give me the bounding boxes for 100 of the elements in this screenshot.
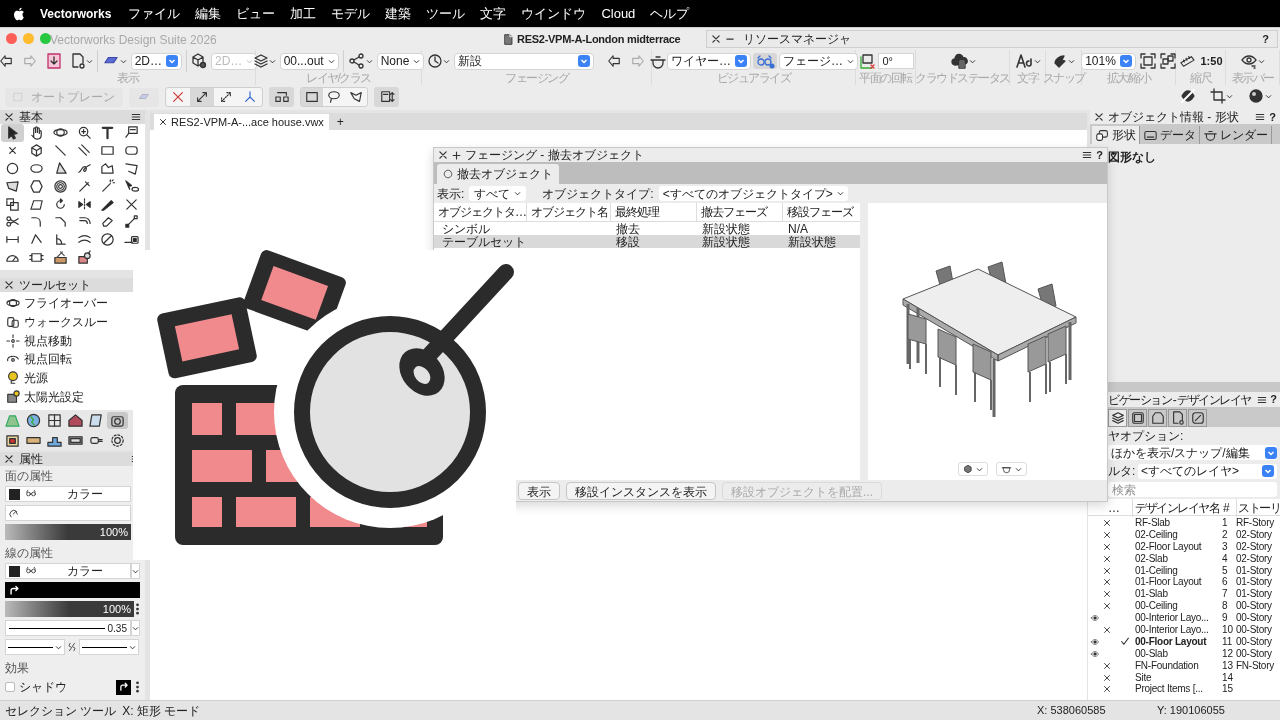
line-thickness-field[interactable]: 0.35: [5, 620, 131, 636]
new-tab-button[interactable]: +: [336, 114, 344, 130]
toolset-item[interactable]: 視点移動: [0, 331, 130, 351]
layer-row[interactable]: 01-Floor Layout 6 01-Story: [1088, 576, 1280, 589]
layer-story: 02-Story: [1236, 529, 1272, 540]
column-header[interactable]: 最終処理: [610, 203, 696, 221]
color-field[interactable]: カラー: [5, 486, 131, 502]
field-label: ヤオプション:: [1108, 429, 1185, 443]
layer-story: 01-Story: [1236, 565, 1272, 576]
table-cell-text: 撤去: [615, 222, 641, 235]
dialog-title: フェージング - 撤去オブジェクト: [465, 147, 644, 164]
layer-name: 00-Interior Layo...: [1134, 624, 1210, 635]
column-header[interactable]: オブジェクト名: [526, 203, 610, 221]
layer-row[interactable]: Project Items [... 15: [1088, 683, 1280, 696]
layer-row[interactable]: 00-Interior Layo... 9 00-Story: [1088, 612, 1280, 624]
section-label: 線の属性: [4, 546, 54, 560]
menu-item[interactable]: ビュー: [236, 3, 276, 24]
layer-row[interactable]: 01-Ceiling 5 01-Story: [1088, 564, 1280, 577]
layer-story: RF-Story: [1236, 517, 1274, 528]
menu-item[interactable]: 編集: [195, 3, 222, 24]
layer-story: FN-Story: [1236, 660, 1274, 671]
inspector-tab[interactable]: レンダー: [1200, 126, 1272, 144]
scale-value[interactable]: 1:50: [1200, 52, 1223, 70]
opacity-slider[interactable]: 100%: [5, 601, 134, 617]
layer-options-dropdown[interactable]: ほかを表示/スナップ/編集: [1108, 445, 1277, 460]
inspector-tab[interactable]: データ: [1140, 126, 1200, 144]
layer-name: 01-Slab: [1134, 589, 1169, 600]
opacity-reading: 100%: [99, 525, 128, 539]
color-field[interactable]: カラー: [5, 563, 131, 579]
layer-name: 00-Floor Layout: [1134, 636, 1208, 647]
layer-story: 00-Story: [1236, 613, 1272, 624]
column-header[interactable]: デザインレイヤ名: [1132, 498, 1222, 517]
layer-row[interactable]: 02-Floor Layout 3 02-Story: [1088, 540, 1280, 553]
layer-row[interactable]: 00-Floor Layout 11 00-Story: [1088, 635, 1280, 648]
dialog-tab[interactable]: 撤去オブジェクト: [437, 164, 559, 184]
menu-item[interactable]: ファイル: [128, 3, 181, 24]
help-button[interactable]: ?: [1262, 30, 1269, 48]
toolset-item[interactable]: ウォークスルー: [0, 312, 130, 332]
toolbar-group-label: 平面の回転: [859, 72, 912, 85]
column-header[interactable]: 撤去フェーズ: [696, 203, 782, 221]
layer-row[interactable]: 00-Slab 12 00-Story: [1088, 647, 1280, 660]
object-type-dropdown[interactable]: <すべてのオブジェクトタイプ>: [658, 186, 848, 201]
layer-story: 01-Story: [1236, 577, 1272, 588]
filter-dropdown[interactable]: <すべてのレイヤ>: [1138, 463, 1277, 479]
menu-item[interactable]: ツール: [426, 3, 466, 24]
layer-row[interactable]: FN-Foundation 13 FN-Story: [1088, 659, 1280, 672]
show-dropdown[interactable]: すべて: [469, 186, 527, 201]
layer-name: 02-Floor Layout: [1134, 541, 1203, 552]
column-header[interactable]: #: [1222, 498, 1236, 517]
layer-story: 00-Story: [1236, 624, 1272, 635]
menu-item[interactable]: モデル: [331, 3, 371, 24]
layer-row[interactable]: 01-Slab 7 01-Story: [1088, 588, 1280, 601]
toolbar-group-label: 表示: [117, 72, 138, 85]
layer-story: 00-Story: [1236, 636, 1272, 647]
column-header[interactable]: 移設フェーズ: [782, 203, 860, 221]
menu-item[interactable]: 加工: [290, 3, 317, 24]
search-field[interactable]: 検索: [1108, 482, 1277, 497]
rotation-field[interactable]: 0°: [877, 53, 914, 69]
menu-item[interactable]: ヘルプ: [650, 3, 690, 24]
layer-row[interactable]: 00-Ceiling 8 00-Story: [1088, 600, 1280, 613]
layer-number: 1: [1222, 517, 1229, 528]
toolset-item[interactable]: フライオーバー: [0, 294, 130, 313]
help-button[interactable]: ?: [1270, 391, 1277, 408]
layer-name: Project Items [...: [1134, 684, 1204, 695]
toolset-item[interactable]: 光源: [0, 368, 130, 388]
dialog-button[interactable]: 表示: [518, 482, 560, 500]
table-row[interactable]: シンボル 撤去 新設状態 N/A: [434, 222, 860, 235]
layer-number: 9: [1222, 613, 1229, 624]
layer-row[interactable]: RF-Slab 1 RF-Story: [1088, 517, 1280, 529]
menu-item[interactable]: 文字: [480, 3, 507, 24]
layer-name: 02-Slab: [1134, 553, 1169, 564]
help-button[interactable]: ?: [1269, 108, 1276, 126]
opacity-slider[interactable]: 100%: [5, 524, 131, 540]
menu-item[interactable]: 建築: [385, 3, 412, 24]
help-button[interactable]: ?: [1096, 146, 1103, 164]
toolbar-group-label: クラウドステータス: [915, 72, 1010, 85]
document-title: RES2-VPM-A-London midterrace: [517, 32, 681, 47]
status-tool: セレクション ツール: [5, 702, 117, 720]
column-header[interactable]: オブジェクトタ…: [434, 203, 526, 221]
layer-name: 01-Floor Layout: [1134, 577, 1203, 588]
table-row[interactable]: テーブルセット 移設 新設状態 新設状態: [434, 235, 860, 248]
menu-item[interactable]: Cloud: [601, 3, 636, 24]
column-header[interactable]: ストーリ: [1236, 498, 1280, 517]
layer-row[interactable]: Site 14: [1088, 671, 1280, 684]
dialog-button[interactable]: 移設インスタンスを表示: [566, 482, 716, 500]
toolset-item[interactable]: 太陽光設定: [0, 387, 130, 407]
app-menu[interactable]: Vectorworks: [40, 4, 112, 23]
layer-row[interactable]: 02-Slab 4 02-Story: [1088, 552, 1280, 565]
toolset-item[interactable]: 視点回転: [0, 350, 130, 369]
palette-title: リソースマネージャ: [743, 31, 851, 48]
toolbar-group-label: 文字: [1017, 72, 1038, 85]
layer-row[interactable]: 02-Ceiling 2 02-Story: [1088, 528, 1280, 541]
toolbar-group-label: フェージング: [505, 72, 568, 85]
document-tab[interactable]: RES2-VPM-A-...ace house.vwx: [154, 114, 329, 130]
toolbar-group-label: 表示バー: [1231, 72, 1274, 85]
field-label: ルタ:: [1108, 463, 1136, 480]
column-header[interactable]: …: [1088, 498, 1132, 517]
inspector-tab[interactable]: 形状: [1092, 126, 1140, 144]
menu-item[interactable]: ウインドウ: [521, 3, 587, 24]
layer-row[interactable]: 00-Interior Layo... 10 00-Story: [1088, 624, 1280, 636]
